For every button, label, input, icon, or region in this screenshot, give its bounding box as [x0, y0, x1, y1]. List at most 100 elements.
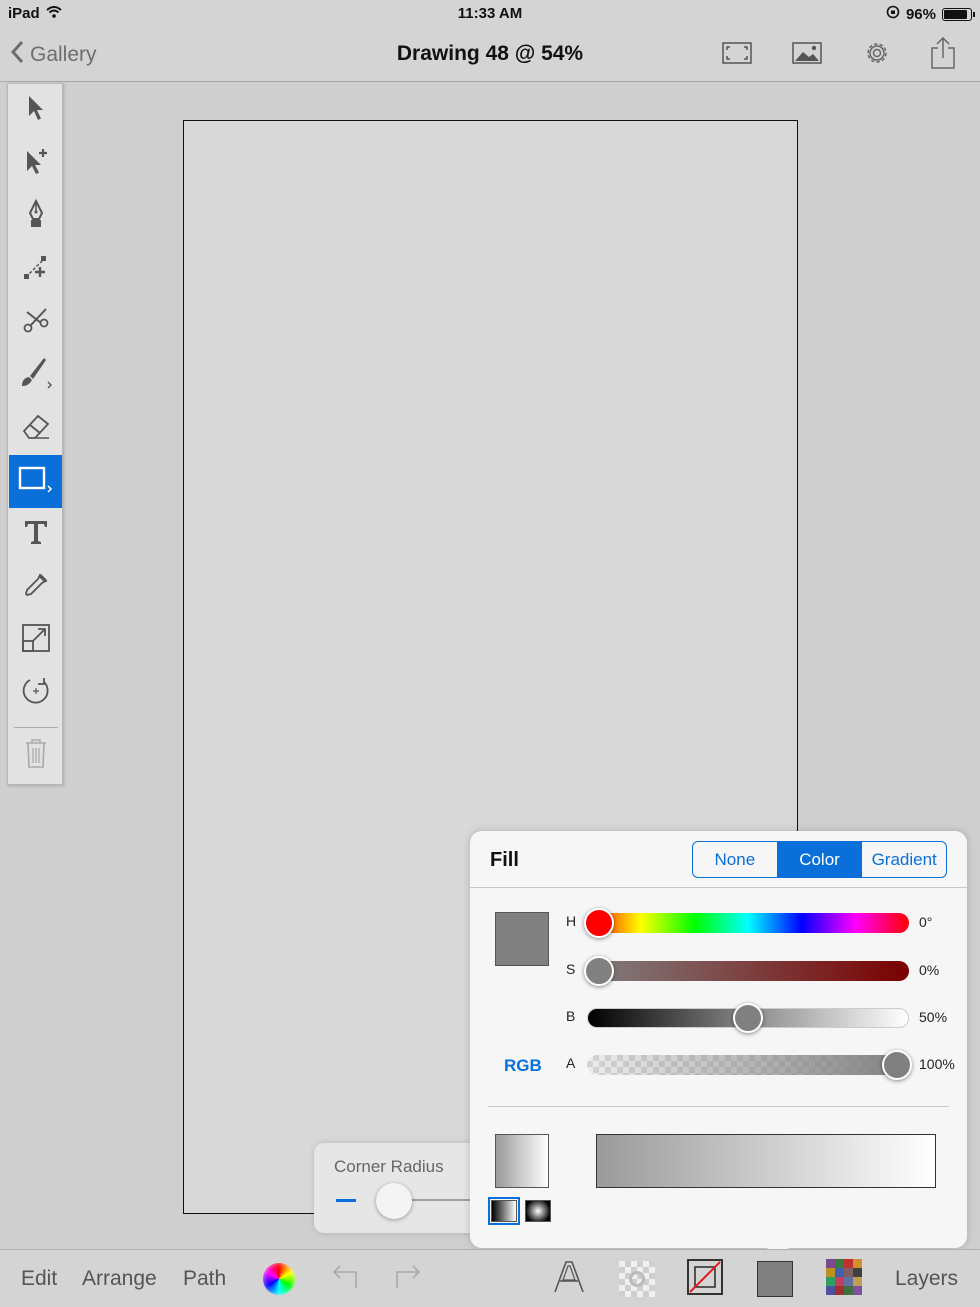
fill-swatch-icon	[757, 1261, 793, 1297]
rotate-tool[interactable]	[9, 667, 62, 720]
scale-tool[interactable]	[9, 614, 62, 667]
page-title: Drawing 48 @ 54%	[396, 42, 584, 65]
insert-image-button[interactable]	[789, 38, 825, 72]
rotate-icon	[20, 675, 52, 712]
undo-icon	[330, 1264, 360, 1295]
shadow-icon	[619, 1261, 655, 1297]
direct-select-tool[interactable]	[9, 137, 62, 190]
brightness-slider-row: B 50%	[566, 1002, 956, 1033]
rectangle-tool[interactable]	[9, 455, 62, 508]
undo-button[interactable]	[326, 1260, 364, 1298]
gear-icon	[862, 38, 892, 73]
stroke-button[interactable]	[686, 1258, 724, 1300]
battery-level	[944, 9, 968, 19]
pen-nib-icon	[25, 198, 47, 234]
color-wheel-icon	[263, 1263, 295, 1295]
alpha-slider-thumb[interactable]	[882, 1050, 912, 1080]
fit-screen-icon	[722, 41, 752, 69]
color-wheel-button[interactable]	[260, 1260, 298, 1298]
stroke-none-icon	[687, 1258, 723, 1300]
fill-mode-segmented-control: None Color Gradient	[692, 841, 947, 878]
toolbox	[7, 83, 63, 785]
corner-radius-slider-thumb[interactable]	[376, 1183, 412, 1219]
status-time: 11:33 AM	[457, 5, 523, 22]
swatches-button[interactable]	[825, 1258, 863, 1300]
battery-percent: 96%	[905, 5, 936, 23]
font-button[interactable]	[550, 1260, 588, 1298]
eraser-tool[interactable]	[9, 402, 62, 455]
saturation-slider-thumb[interactable]	[584, 956, 614, 986]
saturation-label: S	[566, 961, 576, 977]
status-bar: iPad 11:33 AM 96%	[0, 0, 980, 28]
brush-icon	[18, 356, 54, 395]
alpha-slider-track[interactable]	[587, 1055, 909, 1075]
current-color-swatch	[495, 912, 549, 966]
saturation-value: 0%	[919, 962, 940, 978]
scale-icon	[21, 623, 51, 658]
path-menu-button[interactable]: Path	[183, 1267, 226, 1291]
gradient-divider	[488, 1106, 949, 1107]
select-tool[interactable]	[9, 84, 62, 137]
fit-screen-button[interactable]	[719, 38, 755, 72]
rgb-mode-link[interactable]: RGB	[504, 1056, 542, 1076]
brush-tool[interactable]	[9, 349, 62, 402]
fill-button[interactable]	[756, 1260, 794, 1298]
layers-button[interactable]: Layers	[895, 1267, 958, 1291]
redo-icon	[393, 1264, 423, 1295]
share-button[interactable]	[925, 36, 961, 75]
pen-tool[interactable]	[9, 190, 62, 243]
share-icon	[930, 36, 956, 75]
eyedropper-tool[interactable]	[9, 561, 62, 614]
fill-mode-none[interactable]: None	[693, 842, 777, 877]
chevron-left-icon	[10, 40, 24, 70]
bottom-toolbar: Edit Arrange Path Layers	[0, 1249, 980, 1307]
battery-icon	[942, 7, 975, 21]
fill-mode-gradient[interactable]: Gradient	[861, 842, 946, 877]
nav-bar: Gallery Drawing 48 @ 54%	[0, 28, 980, 82]
redo-button[interactable]	[389, 1260, 427, 1298]
hue-slider-row: H 0°	[566, 907, 956, 938]
swatches-grid-icon	[826, 1258, 862, 1300]
hue-slider-track[interactable]	[587, 913, 909, 933]
rectangle-icon	[17, 462, 55, 501]
text-t-icon	[22, 518, 50, 551]
alpha-slider-row: A 100%	[566, 1049, 956, 1080]
delete-tool[interactable]	[9, 729, 62, 782]
node-plus-icon	[22, 253, 50, 286]
add-point-tool[interactable]	[9, 243, 62, 296]
fill-divider	[470, 887, 967, 888]
gradient-preview-bar[interactable]	[596, 1134, 936, 1188]
eraser-icon	[21, 412, 51, 445]
trash-icon	[23, 737, 49, 774]
edit-menu-button[interactable]: Edit	[21, 1267, 57, 1291]
alpha-value: 100%	[919, 1056, 955, 1072]
brightness-slider-thumb[interactable]	[733, 1003, 763, 1033]
arrow-icon	[25, 94, 47, 127]
linear-gradient-button[interactable]	[488, 1197, 520, 1225]
fill-mode-color[interactable]: Color	[776, 842, 862, 877]
corner-radius-label: Corner Radius	[334, 1157, 444, 1176]
status-right: 96%	[886, 5, 975, 23]
image-icon	[792, 41, 822, 69]
eyedropper-icon	[22, 571, 50, 604]
back-button[interactable]: Gallery	[10, 40, 97, 70]
shadow-button[interactable]	[618, 1260, 656, 1298]
text-tool[interactable]	[9, 508, 62, 561]
saturation-slider-row: S 0%	[566, 955, 956, 986]
minus-icon[interactable]	[336, 1199, 356, 1202]
hue-slider-thumb[interactable]	[584, 908, 614, 938]
brightness-label: B	[566, 1008, 576, 1024]
rotation-lock-icon	[886, 5, 900, 23]
arrange-menu-button[interactable]: Arrange	[82, 1267, 157, 1291]
settings-button[interactable]	[859, 38, 895, 72]
fill-title: Fill	[490, 849, 519, 871]
back-label: Gallery	[30, 43, 97, 66]
hue-value: 0°	[919, 914, 933, 930]
brightness-value: 50%	[919, 1009, 948, 1025]
saturation-slider-track[interactable]	[587, 961, 909, 981]
radial-gradient-button[interactable]	[525, 1200, 551, 1222]
toolbox-divider	[14, 727, 58, 728]
scissors-tool[interactable]	[9, 296, 62, 349]
gradient-swatch[interactable]	[495, 1134, 549, 1188]
alpha-label: A	[566, 1055, 576, 1071]
